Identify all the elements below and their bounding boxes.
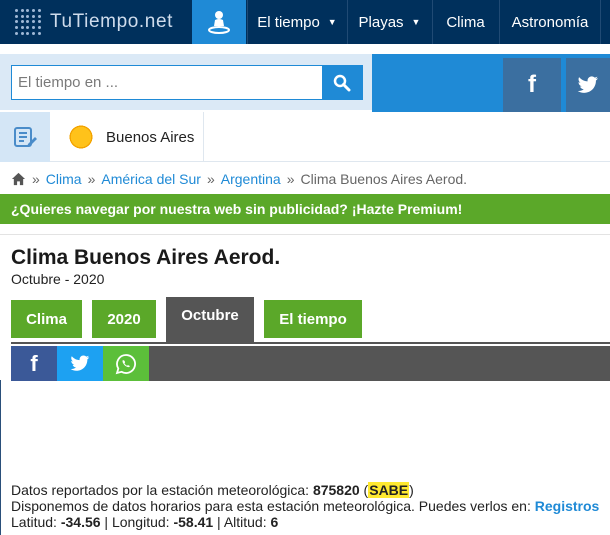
station-hourly-text: Disponemos de datos horarios para esta e… (11, 498, 531, 514)
breadcrumb-separator: » (87, 171, 96, 187)
page-title: Clima Buenos Aires Aerod. (11, 246, 281, 269)
breadcrumb-current: Clima Buenos Aires Aerod. (300, 171, 468, 187)
edit-list-icon (14, 127, 37, 147)
share-twitter-button[interactable] (57, 346, 103, 381)
breadcrumb-separator: » (206, 171, 215, 187)
divider (0, 234, 610, 235)
tab-octubre[interactable]: Octubre (166, 297, 254, 343)
station-coordinates-line: Latitud: -34.56 | Longitud: -58.41 | Alt… (11, 514, 279, 530)
location-city-label: Buenos Aires (106, 128, 195, 146)
tab-2020[interactable]: 2020 (92, 300, 156, 338)
search-area (0, 54, 372, 110)
longitude-label: Longitud: (111, 514, 170, 530)
nav-clima[interactable]: Clima (432, 0, 498, 44)
nav-playas[interactable]: Playas ▼ (347, 0, 431, 44)
share-facebook-button[interactable]: f (11, 346, 57, 381)
favorites-list-button[interactable] (0, 112, 50, 162)
nav-overflow (600, 0, 610, 44)
station-id: 875820 (312, 482, 360, 498)
search-button[interactable] (322, 66, 362, 99)
breadcrumb-separator: » (32, 171, 40, 187)
home-icon[interactable] (11, 172, 26, 186)
share-whatsapp-button[interactable] (103, 346, 149, 381)
location-buenos-aires[interactable]: Buenos Aires (52, 112, 204, 162)
latitude-value: -34.56 (60, 514, 101, 530)
user-location-button[interactable] (192, 0, 246, 44)
search-input[interactable] (12, 66, 322, 99)
tab-clima[interactable]: Clima (11, 300, 82, 338)
site-logo[interactable]: TuTiempo.net (14, 5, 173, 39)
logo-dots-icon (14, 8, 42, 36)
station-hourly-line: Disponemos de datos horarios para esta e… (11, 498, 599, 514)
facebook-button[interactable]: f (503, 58, 561, 112)
page-subtitle: Octubre - 2020 (11, 271, 105, 287)
latitude-label: Latitud: (11, 514, 57, 530)
breadcrumb: » Clima » América del Sur » Argentina » … (11, 170, 467, 188)
twitter-icon (70, 355, 90, 371)
altitude-label: Altitud: (223, 514, 267, 530)
search-icon (333, 74, 351, 91)
sun-icon (68, 124, 94, 150)
tabs-underline (11, 342, 610, 344)
breadcrumb-separator: » (286, 171, 295, 187)
premium-cta[interactable]: ¡Hazte Premium! (352, 201, 462, 217)
station-reported-line: Datos reportados por la estación meteoro… (11, 482, 414, 498)
caret-down-icon: ▼ (327, 17, 337, 27)
twitter-button[interactable] (566, 58, 610, 112)
logo-text: TuTiempo.net (50, 11, 174, 32)
premium-banner[interactable]: ¿Quieres navegar por nuestra web sin pub… (0, 194, 610, 224)
nav-clima-label: Clima (446, 13, 485, 31)
caret-down-icon: ▼ (411, 17, 421, 27)
left-border (0, 380, 1, 535)
facebook-icon: f (528, 71, 536, 98)
facebook-icon: f (30, 350, 38, 376)
longitude-value: -58.41 (173, 514, 214, 530)
tab-el-tiempo[interactable]: El tiempo (264, 300, 362, 338)
nav-astronomia[interactable]: Astronomía (499, 0, 600, 44)
breadcrumb-link-argentina[interactable]: Argentina (221, 171, 281, 187)
nav-astronomia-label: Astronomía (511, 13, 589, 31)
registros-link[interactable]: Registros (535, 498, 600, 514)
search-box (11, 65, 363, 100)
whatsapp-icon (115, 353, 136, 374)
station-reported-text: Datos reportados por la estación meteoro… (11, 482, 310, 498)
user-location-icon (208, 11, 230, 34)
altitude-value: 6 (270, 514, 279, 530)
twitter-icon (577, 76, 598, 93)
nav-el-tiempo[interactable]: El tiempo ▼ (247, 0, 346, 44)
premium-text: ¿Quieres navegar por nuestra web sin pub… (11, 201, 348, 217)
station-code: SABE (368, 482, 410, 498)
breadcrumb-link-clima[interactable]: Clima (46, 171, 82, 187)
nav-el-tiempo-label: El tiempo (257, 13, 320, 31)
location-strip: Buenos Aires (0, 112, 610, 162)
breadcrumb-link-america-del-sur[interactable]: América del Sur (101, 171, 201, 187)
nav-playas-label: Playas (358, 13, 404, 31)
